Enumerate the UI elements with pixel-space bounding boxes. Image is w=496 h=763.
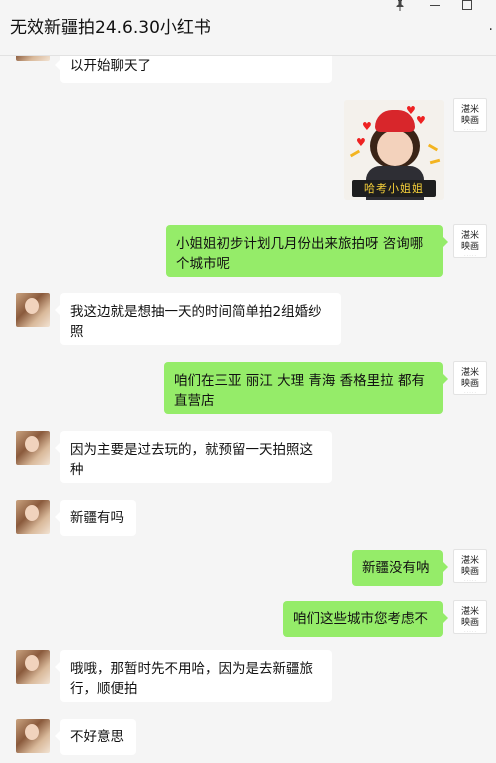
message-bubble[interactable]: 咱们这些城市您考虑不 — [283, 601, 448, 637]
message-text: 咱们在三亚 丽江 大理 青海 香格里拉 都有直营店 — [174, 373, 425, 409]
contact-avatar[interactable] — [16, 500, 50, 534]
brand-line1: 湛米 — [460, 607, 479, 617]
brand-sub: · · · · · — [464, 629, 476, 634]
message-bubble[interactable]: 因为主要是过去玩的，就预留一天拍照这种 — [55, 431, 332, 483]
contact-avatar[interactable] — [16, 431, 50, 465]
self-avatar[interactable]: 湛米 映画 · · · · · — [453, 361, 487, 395]
message-text: 新疆没有呐 — [362, 560, 430, 576]
message-text: 小姐姐初步计划几月份出来旅拍呀 咨询哪个城市呢 — [176, 236, 424, 272]
brand-sub: · · · · · — [464, 578, 476, 583]
brand-line2: 映画 — [460, 379, 479, 389]
message-text: 以开始聊天了 — [70, 58, 151, 74]
sticker-caption: 哈考小姐姐 — [352, 180, 436, 197]
message-bubble[interactable]: 新疆没有呐 — [352, 550, 448, 586]
brand-sub: · · · · · — [464, 390, 476, 395]
brand-line1: 湛米 — [460, 105, 479, 115]
self-avatar[interactable]: 湛米 映画 · · · · · — [453, 549, 487, 583]
message-text: 哦哦，那暂时先不用哈，因为是去新疆旅行，顺便拍 — [70, 661, 313, 697]
message-text: 咱们这些城市您考虑不 — [293, 611, 428, 627]
more-icon[interactable]: · — [489, 22, 493, 38]
sticker-image[interactable]: ♥ ♥ ♥ ♥ 哈考小姐姐 — [344, 100, 444, 200]
self-avatar[interactable]: 湛米 映画 · · · · · — [453, 98, 487, 132]
brand-sub: · · · · · — [464, 253, 476, 258]
brand-line2: 映画 — [460, 116, 479, 126]
self-avatar[interactable]: 湛米 映画 · · · · · — [453, 600, 487, 634]
message-bubble[interactable]: 新疆有吗 — [55, 500, 136, 536]
brand-line2: 映画 — [460, 242, 479, 252]
message-bubble[interactable]: 我这边就是想抽一天的时间简单拍2组婚纱照 — [55, 293, 341, 345]
self-avatar[interactable]: 湛米 映画 · · · · · — [453, 224, 487, 258]
minimize-icon[interactable] — [420, 0, 450, 14]
brand-line1: 湛米 — [460, 231, 479, 241]
brand-line2: 映画 — [460, 618, 479, 628]
contact-avatar[interactable] — [16, 650, 50, 684]
brand-sub: · · · · · — [464, 127, 476, 132]
brand-line1: 湛米 — [460, 556, 479, 566]
maximize-icon[interactable] — [452, 0, 482, 14]
message-text: 因为主要是过去玩的，就预留一天拍照这种 — [70, 442, 313, 478]
contact-avatar[interactable] — [16, 293, 50, 327]
title-bar: 无效新疆拍24.6.30小红书 · — [0, 0, 496, 56]
contact-avatar[interactable] — [16, 719, 50, 753]
message-text: 我这边就是想抽一天的时间简单拍2组婚纱照 — [70, 304, 322, 340]
message-bubble[interactable]: 小姐姐初步计划几月份出来旅拍呀 咨询哪个城市呢 — [166, 225, 448, 277]
pin-icon[interactable] — [385, 0, 415, 14]
message-bubble[interactable]: 哦哦，那暂时先不用哈，因为是去新疆旅行，顺便拍 — [55, 650, 332, 702]
message-text: 不好意思 — [70, 729, 124, 745]
chat-title: 无效新疆拍24.6.30小红书 — [10, 18, 211, 38]
message-text: 新疆有吗 — [70, 510, 124, 526]
brand-line1: 湛米 — [460, 368, 479, 378]
message-bubble[interactable]: 咱们在三亚 丽江 大理 青海 香格里拉 都有直营店 — [164, 362, 448, 414]
message-bubble[interactable]: 不好意思 — [55, 719, 136, 755]
brand-line2: 映画 — [460, 567, 479, 577]
